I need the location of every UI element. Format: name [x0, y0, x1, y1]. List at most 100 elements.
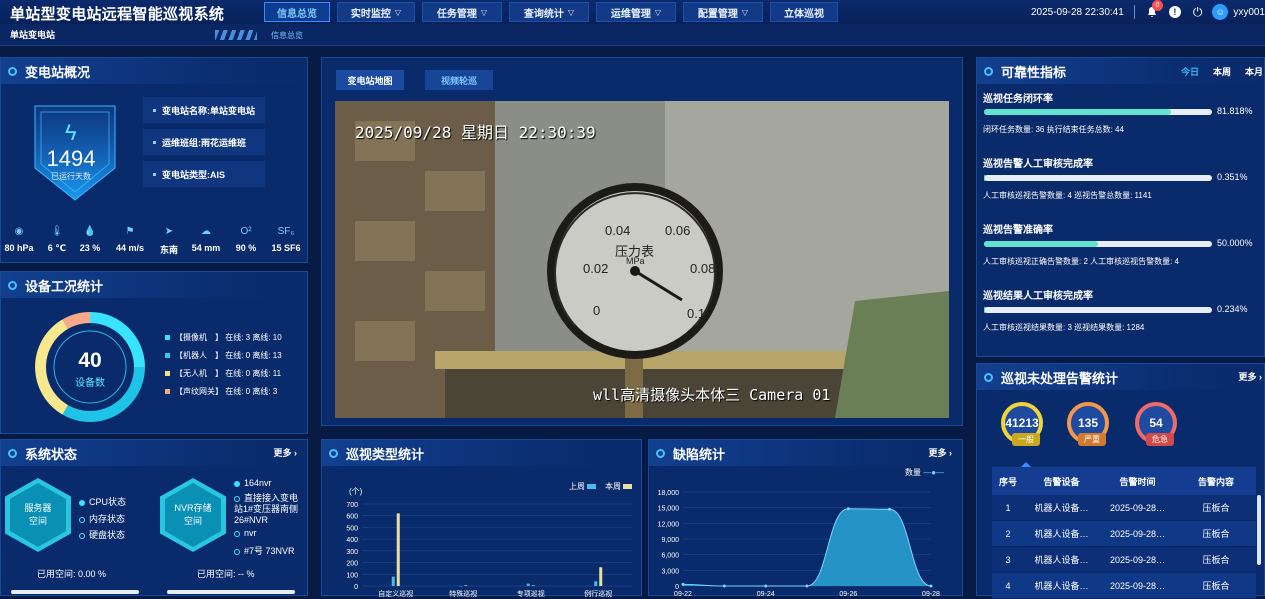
tab-this-month[interactable]: 本月: [1245, 65, 1263, 78]
pressure-icon: ◉: [14, 226, 24, 237]
username[interactable]: yxy001: [1233, 7, 1265, 18]
bar-last-week: [594, 581, 598, 586]
table-cell: 压板合: [1202, 503, 1230, 513]
legend-swatch: [165, 389, 170, 395]
legend-label: 【摄像机 】 在线: 3 离线: 10: [175, 333, 282, 342]
system-status-panel: 系统状态 更多 › 服务器 空间 CPU状态 内存状态 硬盘状态 已用空间: 0…: [0, 439, 308, 596]
alarm-level-label: 严重: [1078, 433, 1106, 446]
bar-last-week: [459, 586, 463, 587]
table-row[interactable]: 2 机器人设备… 2025-09-28… 压板合: [992, 521, 1256, 547]
panel-header: 设备工况统计: [1, 272, 307, 298]
nvr-item-3: nvr: [234, 528, 257, 538]
alarm-general-gauge[interactable]: 41213 一般: [1001, 402, 1043, 446]
rain-icon: ☁: [201, 226, 211, 237]
reliability-panel: 可靠性指标 今日 本周 本月 巡视任务闭环率 81.818% 闭环任务数量: 3…: [976, 57, 1265, 357]
table-row[interactable]: 3 机器人设备… 2025-09-28… 压板合: [992, 547, 1256, 573]
nav-label: 运维管理: [610, 8, 651, 20]
x-tick-label: 09-22: [674, 591, 692, 597]
metric-detail: 闭环任务数量: 36 执行结束任务总数: 44: [983, 125, 1124, 134]
camera-video-feed[interactable]: 压力表 MPa 0.04 0.06 0.02 0.08 0 0.1 2025/0…: [335, 101, 949, 418]
x-tick-label: 09-24: [757, 591, 775, 597]
nvr-space-hexagon: NVR存储 空间: [160, 478, 226, 552]
power-icon[interactable]: ⏻: [1193, 5, 1203, 20]
gauge-unit: MPa: [626, 256, 645, 266]
table-cell: 压板合: [1202, 581, 1230, 591]
nvr-space-label: NVR存储 空间: [165, 483, 221, 547]
tab-station-map[interactable]: 变电站地图: [336, 70, 404, 90]
nav-query-statistics[interactable]: 查询统计 ▽: [509, 2, 589, 22]
panel-header: 巡视未处理告警统计: [977, 364, 1264, 390]
panel-header: 系统状态: [1, 440, 307, 466]
server-memory-status: 内存状态: [79, 512, 125, 525]
tab-today[interactable]: 今日: [1181, 65, 1199, 78]
column-header[interactable]: 告警设备: [1024, 475, 1099, 488]
gauge-tick: 0.06: [665, 223, 691, 238]
ring-icon: [984, 66, 993, 76]
table-scrollbar[interactable]: [1257, 495, 1261, 565]
server-used-bar: [11, 590, 139, 594]
nav-label: 信息总览: [277, 8, 317, 20]
tab-this-week[interactable]: 本周: [1213, 65, 1231, 78]
nvr-used-bar: [167, 590, 295, 594]
system-more-link[interactable]: 更多 ›: [274, 446, 298, 459]
user-avatar-icon[interactable]: ☺: [1212, 4, 1229, 20]
panel-title: 巡视未处理告警统计: [1001, 370, 1119, 386]
notification-bell-icon[interactable]: 0: [1145, 0, 1163, 19]
legend-label: 【无人机 】 在线: 0 离线: 11: [175, 369, 282, 378]
legend-swatch: [165, 353, 170, 359]
y-tick-label: 500: [346, 525, 358, 532]
table-row[interactable]: 4 机器人设备… 2025-09-28… 压板合: [992, 573, 1256, 599]
y-tick-label: 400: [346, 537, 358, 544]
help-icon[interactable]: !: [1168, 6, 1181, 18]
gauge-tick: 0.1: [687, 306, 706, 321]
chevron-down-icon: ▽: [567, 7, 575, 17]
nav-realtime-monitor[interactable]: 实时监控 ▽: [337, 2, 415, 22]
device-total: 40: [78, 349, 102, 372]
metric-detail: 人工审核巡视正确告警数量: 2 人工审核巡视告警数量: 4: [983, 257, 1180, 266]
data-point: [722, 584, 726, 588]
weather-pressure: ◉ 80 hPa: [0, 226, 39, 253]
y-tick-label: 100: [346, 572, 358, 579]
camera-name: wll高清摄像头本体三 Camera 01: [593, 386, 831, 404]
column-header[interactable]: 告警内容: [1176, 475, 1256, 488]
nvr-used-space: 已用空间: -- %: [197, 569, 255, 579]
legend-robot: 【机器人 】 在线: 0 离线: 13: [165, 350, 282, 361]
nvr-item-2: 直接接入变电站1#变压器南侧26#NVR: [234, 493, 304, 526]
alarm-severe-gauge[interactable]: 135 严重: [1067, 402, 1109, 446]
nav-config-management[interactable]: 配置管理 ▽: [683, 2, 763, 22]
server-space-hexagon: 服务器 空间: [5, 478, 71, 552]
column-header[interactable]: 序号: [992, 475, 1024, 488]
table-cell: 压板合: [1202, 555, 1230, 565]
table-cell: 机器人设备…: [1034, 503, 1089, 513]
patrol-type-panel: 巡视类型统计 上周 本周 (个) 0 100 200 300 400 500 600 700 自…: [321, 439, 642, 597]
nav-label: 立体巡视: [784, 8, 824, 20]
alarm-more-link[interactable]: 更多 ›: [1239, 370, 1263, 383]
weather-humidity: 💧 23 %: [70, 226, 110, 253]
nav-ops-management[interactable]: 运维管理 ▽: [596, 2, 676, 22]
y-tick-label: 0: [675, 584, 679, 591]
status-dot: [234, 495, 240, 502]
breadcrumb[interactable]: 信息总览: [271, 30, 303, 41]
table-cell: 2025-09-28…: [1109, 580, 1166, 591]
table-cell: 2025-09-28…: [1109, 528, 1166, 539]
ring-icon: [8, 66, 17, 76]
data-point: [681, 582, 685, 586]
table-cell: 机器人设备…: [1034, 581, 1089, 591]
column-header[interactable]: 告警时间: [1099, 475, 1176, 488]
device-status-panel: 设备工况统计 40 设备数 【摄像机 】 在线: 3 离线: 10 【机器人 】…: [0, 271, 308, 434]
nvr-item-1: 164nvr: [234, 478, 272, 488]
status-dot: [234, 548, 240, 555]
sub-header: 单站变电站 信息总览: [0, 24, 1265, 46]
gauge-tick: 0.08: [690, 261, 716, 276]
lightning-icon: ϟ: [65, 120, 77, 145]
alarm-critical-gauge[interactable]: 54 危急: [1135, 402, 1177, 446]
y-tick-label: 15,000: [658, 506, 680, 513]
sf6-icon: SF₆: [277, 226, 295, 237]
y-tick-label: 600: [346, 514, 358, 521]
nav-3d-patrol[interactable]: 立体巡视: [770, 2, 838, 22]
nav-task-management[interactable]: 任务管理 ▽: [422, 2, 502, 22]
nav-overview[interactable]: 信息总览: [264, 2, 330, 22]
oxygen-icon: O²: [240, 226, 252, 237]
table-row[interactable]: 1 机器人设备… 2025-09-28… 压板合: [992, 495, 1256, 521]
tab-video-rotation[interactable]: 视频轮巡: [425, 70, 493, 90]
